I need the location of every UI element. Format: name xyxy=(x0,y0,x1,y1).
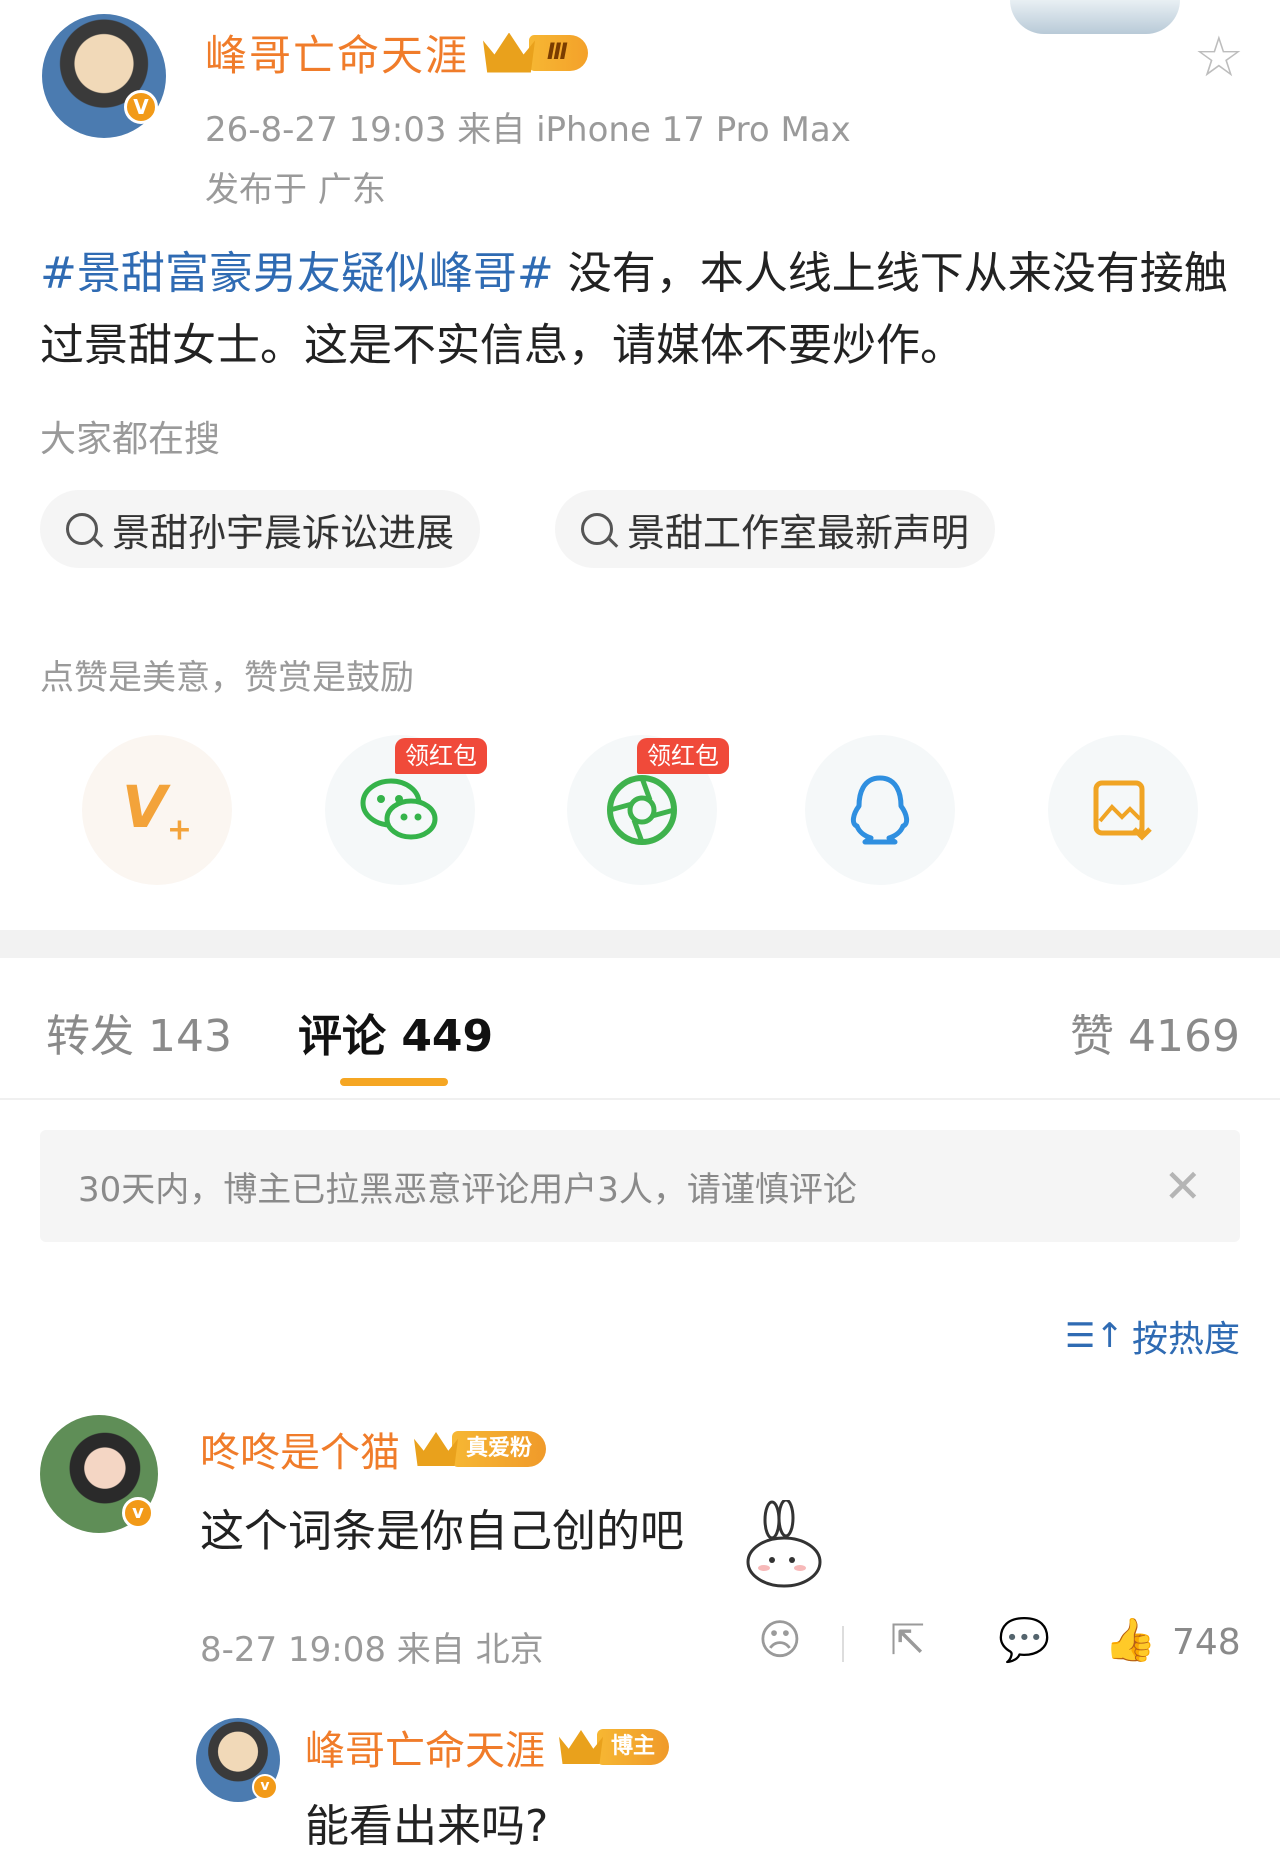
rank-level: Ⅲ xyxy=(529,34,588,71)
fan-badge[interactable]: 真爱粉 xyxy=(414,1431,547,1467)
action-separator xyxy=(842,1626,844,1662)
post-time-source: 26-8-27 19:03 来自 iPhone 17 Pro Max xyxy=(205,110,851,150)
tab-comments[interactable]: 评论 449 xyxy=(298,1000,493,1064)
qq-penguin-icon xyxy=(850,775,910,845)
author-name-row: 峰哥亡命天涯 Ⅲ xyxy=(205,22,588,83)
emoji-face-icon: ☹ xyxy=(758,1615,802,1664)
search-chip-2[interactable]: 景甜工作室最新声明 xyxy=(555,490,996,568)
search-icon xyxy=(66,513,98,545)
search-chip-label: 景甜孙宇晨诉讼进展 xyxy=(112,510,455,555)
save-image-icon xyxy=(1093,780,1152,841)
header-decoration xyxy=(1010,0,1180,34)
reply-text: 能看出来吗? xyxy=(305,1801,549,1852)
author-name[interactable]: 峰哥亡命天涯 xyxy=(205,22,469,83)
reply-author-avatar[interactable]: v xyxy=(196,1718,280,1802)
wechat-icon xyxy=(360,778,438,840)
close-icon[interactable]: ✕ xyxy=(1163,1159,1202,1213)
redpacket-tag: 领红包 xyxy=(395,738,487,774)
section-divider xyxy=(0,930,1280,958)
reward-tip: 点赞是美意，赞赏是鼓励 xyxy=(40,658,414,698)
verified-badge: v xyxy=(252,1774,278,1800)
share-comment-button[interactable]: ⇱ xyxy=(890,1615,925,1664)
verified-badge: v xyxy=(122,1497,154,1529)
thumbs-up-icon: 👍 xyxy=(1104,1615,1157,1664)
reward-v-button[interactable]: V+ xyxy=(82,735,232,885)
commenter-avatar[interactable]: v xyxy=(40,1415,158,1533)
reply-author-row: 峰哥亡命天涯 博主 xyxy=(305,1718,670,1776)
rank-badge[interactable]: Ⅲ xyxy=(483,32,588,73)
commenter-name[interactable]: 咚咚是个猫 xyxy=(200,1420,400,1478)
share-icon: ⇱ xyxy=(890,1615,926,1664)
bunny-sticker-icon xyxy=(746,1500,822,1588)
search-section-title: 大家都在搜 xyxy=(40,419,221,460)
reply-author-name[interactable]: 峰哥亡命天涯 xyxy=(305,1718,545,1776)
save-image-button[interactable] xyxy=(1048,735,1198,885)
hashtag-link[interactable]: #景甜富豪男友疑似峰哥# xyxy=(40,248,554,299)
commenter-name-row: 咚咚是个猫 真爱粉 xyxy=(200,1420,547,1478)
verified-badge: V xyxy=(124,90,158,124)
post-body: #景甜富豪男友疑似峰哥# 没有，本人线上线下从来没有接触过景甜女士。这是不实信息… xyxy=(40,238,1240,382)
react-emoji-button[interactable]: ☹ xyxy=(758,1615,802,1664)
notice-text: 30天内，博主已拉黑恶意评论用户3人，请谨慎评论 xyxy=(78,1169,857,1210)
sort-icon: ☰↑ xyxy=(1065,1316,1124,1356)
comment-bubble-icon: 💬 xyxy=(998,1615,1051,1664)
sort-label: 按热度 xyxy=(1131,1319,1240,1360)
comment-meta: 8-27 19:08 来自 北京 xyxy=(200,1630,544,1670)
like-count: 748 xyxy=(1172,1622,1241,1663)
active-tab-indicator xyxy=(340,1078,448,1086)
like-button[interactable]: 👍 xyxy=(1104,1615,1156,1665)
fan-badge-label: 真爱粉 xyxy=(452,1431,547,1467)
crown-icon xyxy=(483,32,536,73)
blacklist-notice: 30天内，博主已拉黑恶意评论用户3人，请谨慎评论 ✕ xyxy=(40,1130,1240,1242)
share-qq-button[interactable] xyxy=(805,735,955,885)
v-plus-icon: V+ xyxy=(121,772,193,848)
aperture-icon xyxy=(607,775,677,845)
sort-toggle[interactable]: ☰↑ 按热度 xyxy=(1065,1310,1240,1362)
comment-text: 这个词条是你自己创的吧 xyxy=(200,1506,684,1557)
search-chip-label: 景甜工作室最新声明 xyxy=(627,510,970,555)
search-chip-1[interactable]: 景甜孙宇晨诉讼进展 xyxy=(40,490,481,568)
favorite-star-icon[interactable]: ☆ xyxy=(1194,30,1244,86)
blogger-badge-label: 博主 xyxy=(597,1729,670,1765)
reply-button[interactable]: 💬 xyxy=(998,1615,1050,1665)
tabs-divider xyxy=(0,1098,1280,1100)
redpacket-tag: 领红包 xyxy=(637,738,729,774)
search-icon xyxy=(581,513,613,545)
tab-repost[interactable]: 转发 143 xyxy=(46,1000,232,1064)
author-avatar[interactable]: V xyxy=(42,14,166,138)
blogger-badge: 博主 xyxy=(559,1729,670,1765)
post-location: 发布于 广东 xyxy=(205,170,386,210)
tab-likes[interactable]: 赞 4169 xyxy=(1070,1000,1240,1064)
